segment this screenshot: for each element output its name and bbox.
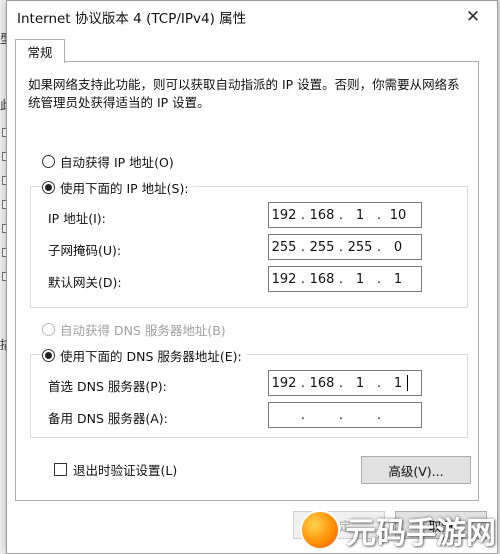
alternate-dns-input[interactable]: . . . xyxy=(268,402,422,428)
octet: 255 xyxy=(309,239,335,255)
checkbox-icon xyxy=(54,463,67,476)
tab-strip: 常规 xyxy=(15,39,489,63)
radio-manual-ip-label: 使用下面的 IP 地址(S): xyxy=(60,181,189,196)
watermark: 元码手游网 xyxy=(300,508,496,552)
subnet-mask-input[interactable]: 255. 255. 255. 0 xyxy=(268,234,422,260)
octet: 0 xyxy=(393,239,403,255)
octet: 168 xyxy=(309,375,335,391)
general-tab-panel: 如果网络支持此功能，则可以获取自动指派的 IP 设置。否则，你需要从网络系统管理… xyxy=(15,61,479,501)
alternate-dns-label: 备用 DNS 服务器(A): xyxy=(48,411,168,426)
watermark-logo-icon xyxy=(300,510,340,550)
tab-general[interactable]: 常规 xyxy=(15,39,65,63)
octet-separator: . xyxy=(376,407,382,423)
octet: 192 xyxy=(271,375,297,391)
text-caret xyxy=(407,375,408,391)
default-gateway-input[interactable]: 192. 168. 1. 1 xyxy=(268,266,422,292)
preferred-dns-label: 首选 DNS 服务器(P): xyxy=(48,379,167,394)
octet-separator: . xyxy=(300,239,306,255)
radio-manual-ip[interactable]: 使用下面的 IP 地址(S): xyxy=(42,178,193,197)
octet-separator: . xyxy=(376,207,382,223)
title-bar: Internet 协议版本 4 (TCP/IPv4) 属性 xyxy=(7,1,497,33)
octet: 255 xyxy=(347,239,373,255)
octet: 1 xyxy=(355,271,365,287)
octet: 10 xyxy=(389,207,407,223)
octet-separator: . xyxy=(338,239,344,255)
octet-separator: . xyxy=(338,407,344,423)
octet-separator: . xyxy=(338,207,344,223)
octet: 168 xyxy=(309,271,335,287)
advanced-button[interactable]: 高级(V)... xyxy=(361,456,471,484)
octet-separator: . xyxy=(376,239,382,255)
watermark-text: 元码手游网 xyxy=(346,516,496,551)
octet: 168 xyxy=(309,207,335,223)
dialog-title: Internet 协议版本 4 (TCP/IPv4) 属性 xyxy=(17,11,247,27)
octet-separator: . xyxy=(300,271,306,287)
octet-separator: . xyxy=(300,407,306,423)
octet-separator: . xyxy=(338,375,344,391)
tcpip-properties-dialog: Internet 协议版本 4 (TCP/IPv4) 属性 ✕ 常规 如果网络支… xyxy=(6,0,498,554)
octet: 192 xyxy=(271,207,297,223)
radio-icon xyxy=(42,349,55,362)
octet-separator: . xyxy=(300,207,306,223)
radio-auto-ip-label: 自动获得 IP 地址(O) xyxy=(60,155,174,170)
validate-on-exit-label: 退出时验证设置(L) xyxy=(73,463,178,478)
close-icon: ✕ xyxy=(465,7,481,27)
ip-address-label: IP 地址(I): xyxy=(48,211,106,226)
octet-separator: . xyxy=(300,375,306,391)
radio-icon xyxy=(42,181,55,194)
octet-separator: . xyxy=(376,271,382,287)
close-button[interactable]: ✕ xyxy=(463,7,483,27)
validate-on-exit-checkbox[interactable]: 退出时验证设置(L) xyxy=(54,460,177,479)
octet: 1 xyxy=(355,207,365,223)
radio-manual-dns[interactable]: 使用下面的 DNS 服务器地址(E): xyxy=(42,346,246,365)
preferred-dns-input[interactable]: 192. 168. 1. 1 xyxy=(268,370,422,396)
radio-manual-dns-label: 使用下面的 DNS 服务器地址(E): xyxy=(60,349,242,364)
octet: 192 xyxy=(271,271,297,287)
octet: 1 xyxy=(393,375,403,391)
radio-icon xyxy=(42,155,55,168)
radio-auto-dns[interactable]: 自动获得 DNS 服务器地址(B) xyxy=(42,320,226,339)
subnet-mask-label: 子网掩码(U): xyxy=(48,243,122,258)
octet-separator: . xyxy=(338,271,344,287)
default-gateway-label: 默认网关(D): xyxy=(48,275,122,290)
octet-separator: . xyxy=(376,375,382,391)
description-text: 如果网络支持此功能，则可以获取自动指派的 IP 设置。否则，你需要从网络系统管理… xyxy=(28,77,460,110)
radio-auto-dns-label: 自动获得 DNS 服务器地址(B) xyxy=(60,323,226,338)
octet: 1 xyxy=(355,375,365,391)
radio-icon xyxy=(42,323,55,336)
ip-address-input[interactable]: 192. 168. 1. 10 xyxy=(268,202,422,228)
octet: 1 xyxy=(393,271,403,287)
octet: 255 xyxy=(271,239,297,255)
radio-auto-ip[interactable]: 自动获得 IP 地址(O) xyxy=(42,152,174,171)
